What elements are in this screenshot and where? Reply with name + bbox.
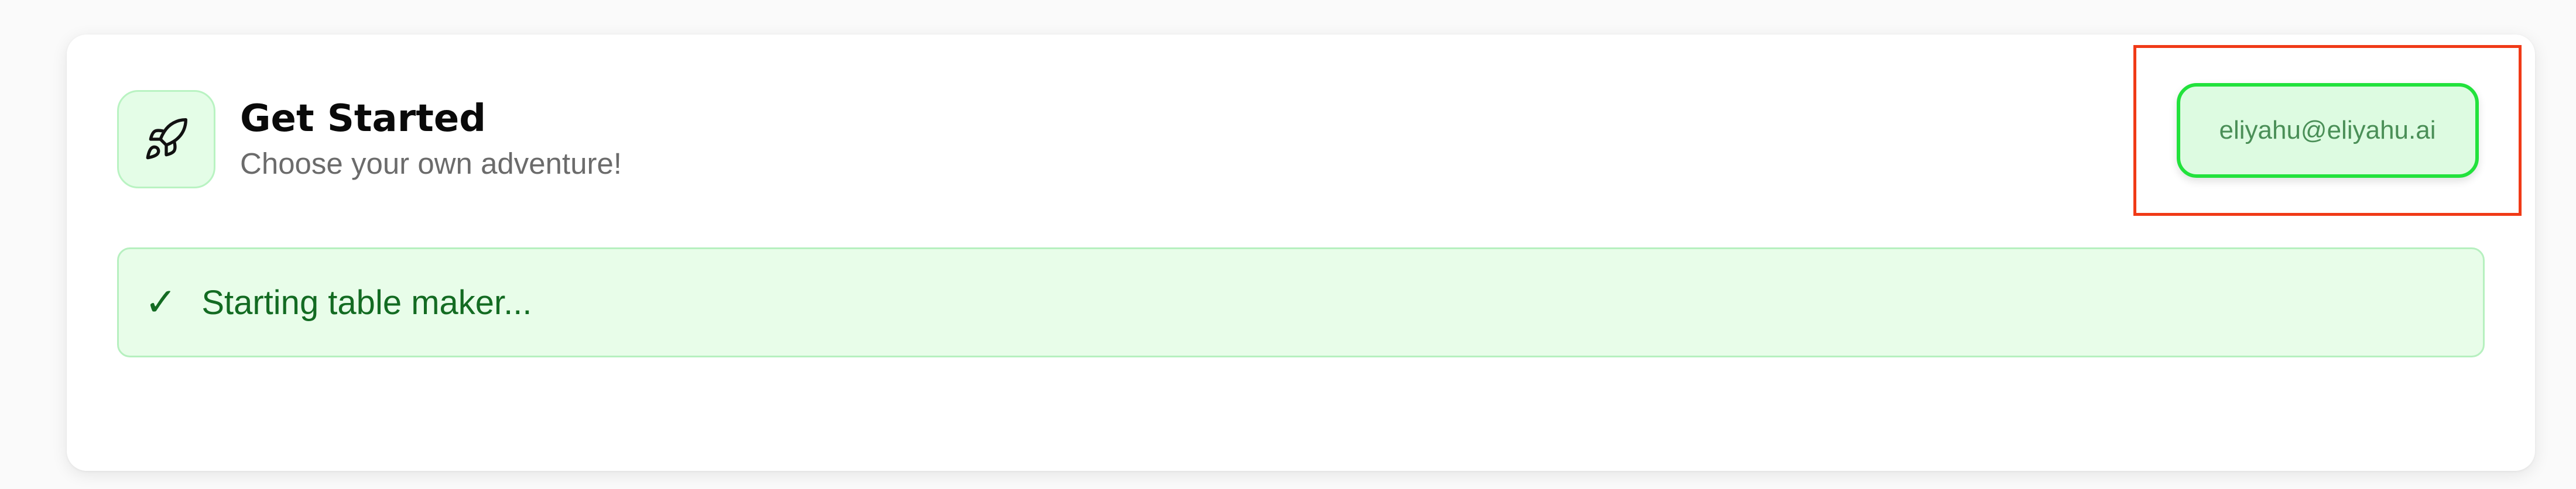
check-icon: ✓	[145, 280, 177, 325]
page-title: Get Started	[240, 97, 487, 140]
card-header: Get Started Choose your own adventure!	[117, 90, 622, 188]
rocket-icon	[117, 90, 215, 188]
email-highlight-frame: eliyahu@eliyahu.ai	[2133, 45, 2522, 216]
status-message: Starting table maker...	[201, 283, 532, 322]
status-banner: ✓ Starting table maker...	[117, 247, 2485, 357]
get-started-card: Get Started Choose your own adventure! e…	[67, 35, 2535, 471]
header-titles: Get Started Choose your own adventure!	[240, 98, 622, 180]
account-email-button[interactable]: eliyahu@eliyahu.ai	[2176, 83, 2479, 178]
page-subtitle: Choose your own adventure!	[240, 147, 622, 181]
